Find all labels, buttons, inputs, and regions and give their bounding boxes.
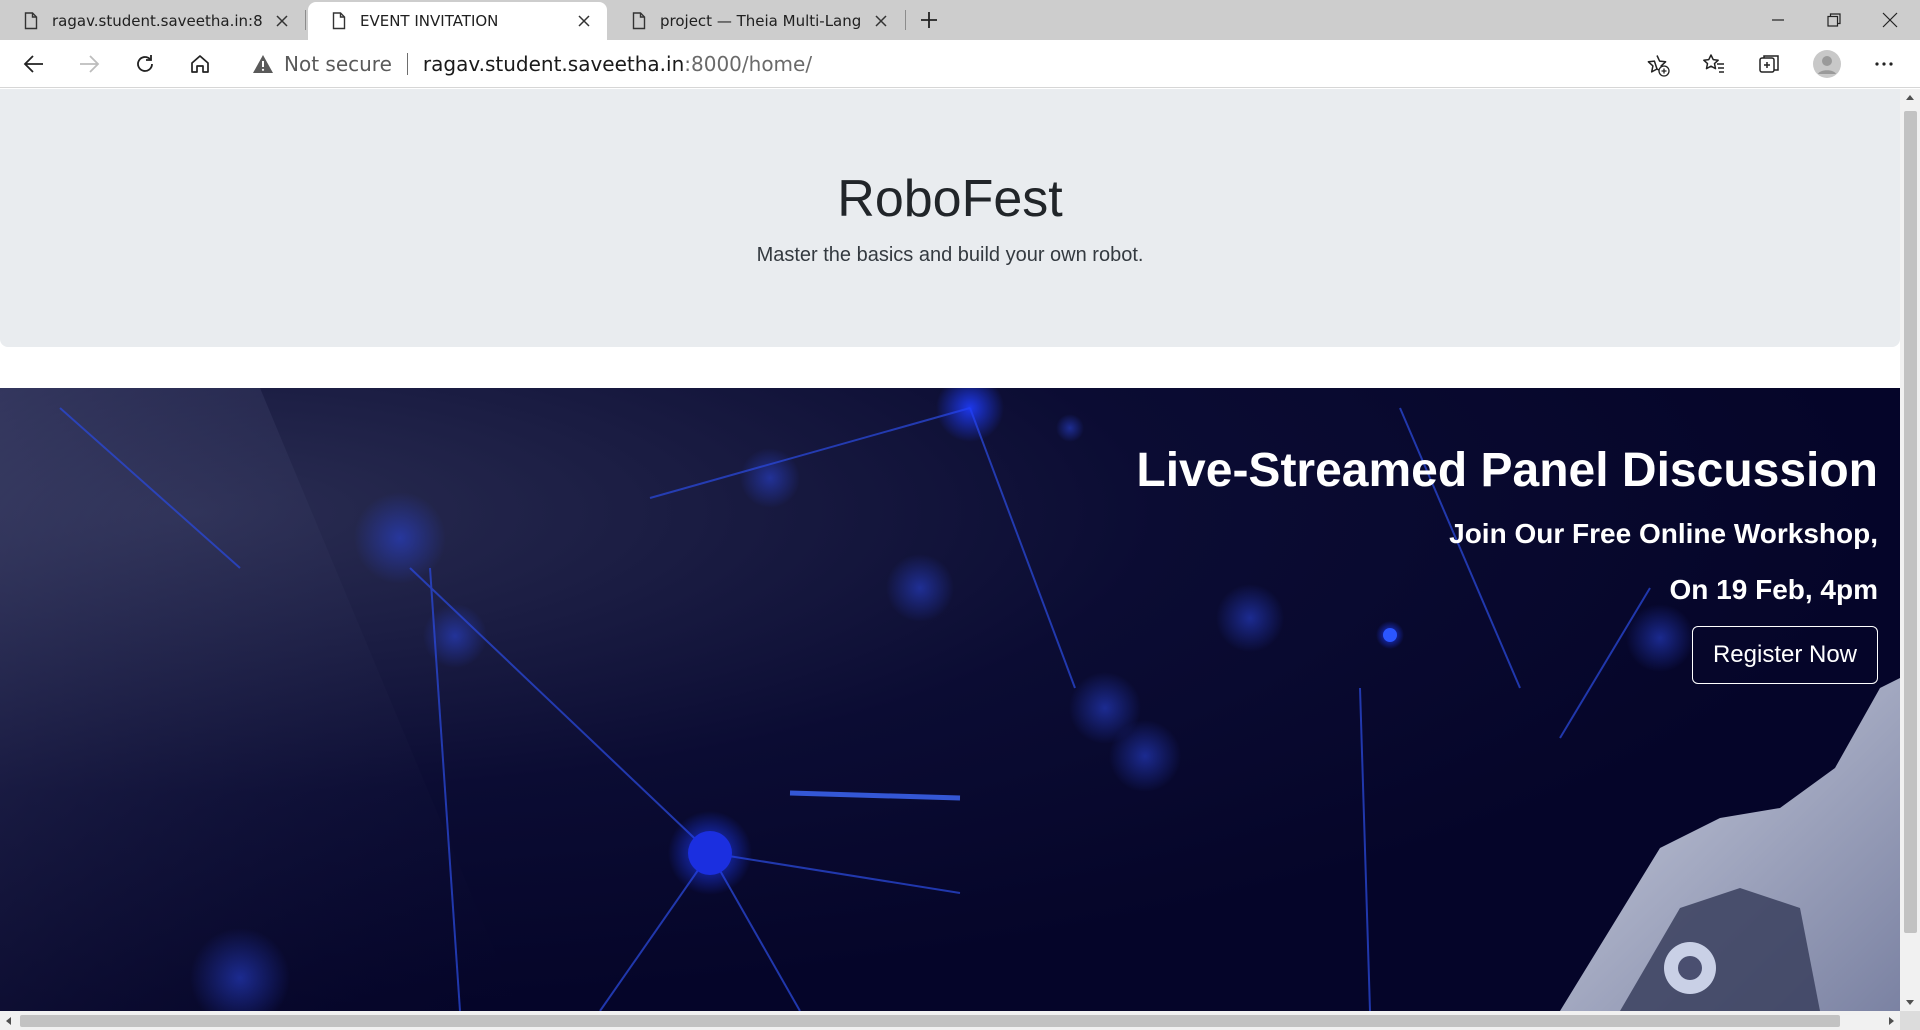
tab-theia-project[interactable]: project — Theia Multi-Language — [608, 2, 904, 40]
reload-icon — [137, 55, 153, 72]
more-icon — [1875, 62, 1893, 66]
address-bar[interactable]: Not secure ragav.student.saveetha.in :80… — [236, 44, 1684, 84]
url-path: :8000/home/ — [684, 52, 813, 76]
tab-separator — [305, 10, 306, 30]
tab-title: ragav.student.saveetha.in:8080/7 — [52, 12, 263, 30]
forward-arrow-icon — [80, 55, 100, 73]
not-secure-label: Not secure — [284, 52, 392, 76]
hero-title: Live-Streamed Panel Discussion — [1136, 444, 1878, 497]
robot-hand-graphic — [1560, 678, 1900, 1011]
address-divider — [406, 53, 408, 75]
restore-button[interactable] — [1806, 0, 1862, 40]
tab-event-invitation[interactable]: EVENT INVITATION — [308, 2, 607, 40]
hero-subtitle-workshop: Join Our Free Online Workshop, — [1449, 518, 1878, 549]
back-arrow-icon — [23, 55, 43, 73]
minimize-icon — [1772, 19, 1784, 21]
more-button[interactable] — [1864, 44, 1904, 84]
page-icon — [632, 12, 646, 30]
url-host: ragav.student.saveetha.in — [422, 52, 685, 76]
tab-title: project — Theia Multi-Language — [660, 12, 862, 30]
profile-icon — [1813, 50, 1841, 78]
collections-icon — [1759, 55, 1779, 73]
scroll-up-arrow-icon[interactable] — [1900, 89, 1920, 106]
hero-subtitle-date: On 19 Feb, 4pm — [1669, 574, 1879, 605]
scroll-down-arrow-icon[interactable] — [1900, 994, 1920, 1011]
tab-title: EVENT INVITATION — [360, 12, 499, 30]
plus-icon — [921, 12, 937, 28]
jumbotron: RoboFest Master the basics and build you… — [0, 89, 1900, 347]
page-icon — [332, 12, 346, 30]
page-title: RoboFest — [837, 170, 1063, 228]
home-button[interactable] — [180, 44, 220, 84]
profile-button[interactable] — [1807, 44, 1847, 84]
vertical-scrollbar[interactable] — [1900, 89, 1920, 1011]
star-plus-icon[interactable] — [1646, 53, 1670, 77]
restore-icon — [1827, 13, 1841, 27]
close-icon — [1882, 12, 1898, 28]
scroll-left-arrow-icon[interactable] — [0, 1011, 17, 1030]
close-icon[interactable] — [271, 10, 293, 32]
tab-strip: ragav.student.saveetha.in:8080/7 EVENT I… — [0, 0, 1920, 40]
register-now-button[interactable]: Register Now — [1691, 626, 1878, 684]
favorites-button[interactable] — [1694, 44, 1734, 84]
horizontal-scrollbar[interactable] — [0, 1011, 1900, 1030]
tab-separator — [905, 10, 906, 30]
reload-button[interactable] — [125, 44, 165, 84]
forward-button[interactable] — [69, 44, 109, 84]
tab-ragav-8080[interactable]: ragav.student.saveetha.in:8080/7 — [0, 2, 305, 40]
vertical-scroll-thumb[interactable] — [1904, 111, 1917, 933]
warning-icon — [253, 55, 273, 73]
close-window-button[interactable] — [1862, 0, 1918, 40]
page-icon — [24, 12, 38, 30]
scrollbar-corner — [1900, 1011, 1920, 1030]
new-tab-button[interactable] — [914, 6, 944, 34]
scroll-right-arrow-icon[interactable] — [1883, 1011, 1900, 1030]
horizontal-scroll-thumb[interactable] — [20, 1015, 1840, 1027]
close-icon[interactable] — [870, 10, 892, 32]
page-content: RoboFest Master the basics and build you… — [0, 89, 1900, 1011]
favorites-icon — [1703, 54, 1724, 73]
hero-banner: Live-Streamed Panel Discussion Join Our … — [0, 388, 1900, 1011]
home-icon — [191, 55, 209, 73]
page-lead: Master the basics and build your own rob… — [756, 244, 1144, 266]
close-icon[interactable] — [573, 10, 595, 32]
collections-button[interactable] — [1750, 44, 1790, 84]
browser-toolbar: Not secure ragav.student.saveetha.in :80… — [0, 40, 1920, 88]
back-button[interactable] — [14, 44, 54, 84]
minimize-button[interactable] — [1750, 0, 1806, 40]
hero-text-block: Live-Streamed Panel Discussion Join Our … — [1136, 442, 1878, 684]
